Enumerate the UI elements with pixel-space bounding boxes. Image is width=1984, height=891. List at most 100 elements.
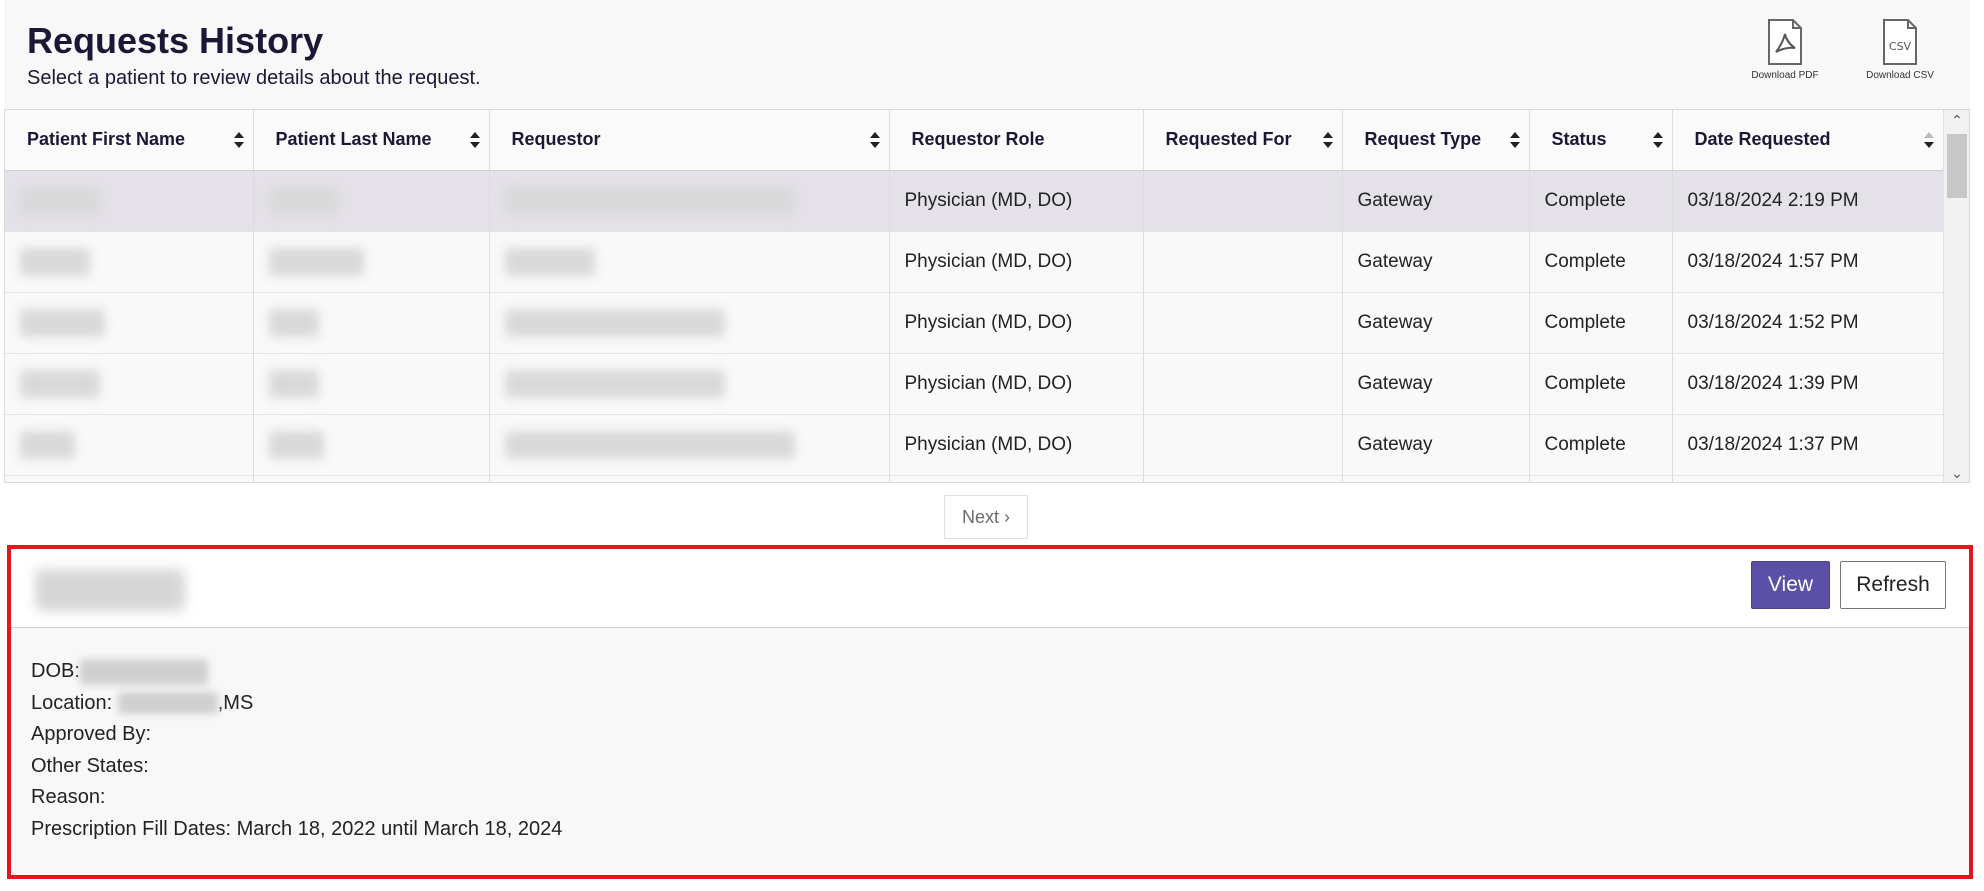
column-header-date-requested[interactable]: Date Requested [1672, 110, 1944, 171]
requestor-cell [489, 475, 890, 482]
last-name-cell [253, 170, 490, 232]
date-requested-cell: 03/18/2024 1:39 PM [1672, 353, 1944, 415]
column-header-requested-for[interactable]: Requested For [1143, 110, 1343, 171]
requested-for-cell [1143, 475, 1343, 482]
csv-file-icon: CSV [1883, 19, 1917, 65]
date-requested-cell: 03/18/2024 1:52 PM [1672, 292, 1944, 354]
last-name-cell [253, 231, 490, 293]
redacted-text [268, 369, 319, 398]
detail-header: View Refresh [11, 549, 1969, 628]
requested-for-cell [1143, 292, 1343, 354]
redacted-dob [79, 658, 208, 685]
chevron-down-icon[interactable]: ⌄ [1944, 463, 1969, 482]
requests-table-container: Patient First Name Patient Last Name Req… [4, 110, 1970, 483]
column-header-requestor[interactable]: Requestor [489, 110, 890, 171]
requestor-cell [489, 414, 890, 476]
redacted-text [504, 308, 725, 337]
request-type-cell: Gateway [1342, 414, 1530, 476]
first-name-cell [5, 231, 254, 293]
request-type-cell: Gateway [1342, 231, 1530, 293]
page-title: Requests History [27, 20, 324, 61]
sort-icon [233, 132, 244, 148]
page-header: Requests History Select a patient to rev… [4, 0, 1970, 110]
table-row[interactable]: Physician (MD, DO) Gateway Complete 03/1… [5, 353, 1944, 415]
column-header-request-type[interactable]: Request Type [1342, 110, 1530, 171]
table-row[interactable]: Physician (MD, DO) Gateway Complete 03/1… [5, 231, 1944, 293]
status-cell: Complete [1529, 170, 1673, 232]
column-header-patient-last-name[interactable]: Patient Last Name [253, 110, 490, 171]
column-header-status[interactable]: Status [1529, 110, 1673, 171]
dob-label: DOB: [31, 660, 80, 682]
pdf-file-icon [1768, 19, 1802, 65]
sort-icon [1652, 132, 1663, 148]
sort-icon [1509, 132, 1520, 148]
download-pdf-label: Download PDF [1751, 70, 1819, 81]
requested-for-cell [1143, 170, 1343, 232]
status-cell: Complete [1529, 414, 1673, 476]
redacted-text [268, 430, 324, 459]
requestor-cell [489, 292, 890, 354]
svg-text:CSV: CSV [1889, 40, 1912, 53]
last-name-cell [253, 414, 490, 476]
location-line: Location: ,MS [31, 688, 562, 720]
redacted-text [20, 308, 105, 337]
requestor-cell [489, 231, 890, 293]
first-name-cell [5, 475, 254, 482]
page-subtitle: Select a patient to review details about… [27, 67, 481, 89]
requests-table: Patient First Name Patient Last Name Req… [5, 110, 1944, 482]
status-cell [1529, 475, 1673, 482]
date-requested-cell: 03/18/2024 2:19 PM [1672, 170, 1944, 232]
requestor-role-cell: Physician (MD, DO) [889, 353, 1144, 415]
next-page-button[interactable]: Next › [944, 495, 1028, 539]
last-name-cell [253, 353, 490, 415]
redacted-text [268, 186, 339, 215]
reason-line: Reason: [31, 786, 106, 808]
redacted-text [268, 247, 364, 276]
refresh-button[interactable]: Refresh [1840, 561, 1946, 609]
table-header-row: Patient First Name Patient Last Name Req… [5, 110, 1944, 171]
requestor-role-cell: Physician (MD, DO) [889, 292, 1144, 354]
column-header-requestor-role[interactable]: Requestor Role [889, 110, 1144, 171]
requested-for-cell [1143, 353, 1343, 415]
requestor-role-cell: Physician (MD, DO) [889, 414, 1144, 476]
status-cell: Complete [1529, 231, 1673, 293]
column-header-patient-first-name[interactable]: Patient First Name [5, 110, 254, 171]
table-row[interactable]: Physician (MD, DO) Gateway Complete 03/1… [5, 292, 1944, 354]
requestor-cell [489, 170, 890, 232]
other-states-line: Other States: [31, 754, 149, 777]
detail-body: DOB: Location: ,MS Approved By: Other St… [31, 656, 562, 845]
requested-for-cell [1143, 231, 1343, 293]
table-scrollbar[interactable]: ⌃ ⌄ [1943, 110, 1969, 482]
date-requested-cell [1672, 475, 1944, 482]
redacted-text [20, 186, 100, 215]
request-detail-panel: View Refresh DOB: Location: ,MS Approved… [7, 545, 1973, 879]
redacted-patient-name [35, 569, 185, 611]
request-type-cell [1342, 475, 1530, 482]
table-row[interactable]: Physician (MD, DO) Gateway Complete 03/1… [5, 414, 1944, 476]
redacted-text [504, 369, 725, 398]
redacted-text [504, 430, 795, 459]
table-row[interactable] [5, 475, 1944, 482]
download-csv-button[interactable]: CSV Download CSV [1845, 18, 1955, 81]
sort-icon [1322, 132, 1333, 148]
status-cell: Complete [1529, 292, 1673, 354]
sort-icon [869, 132, 880, 148]
sort-icon [469, 132, 480, 148]
requestor-role-cell: Physician (MD, DO) [889, 231, 1144, 293]
download-pdf-button[interactable]: Download PDF [1730, 18, 1840, 81]
fill-dates-line: Prescription Fill Dates: March 18, 2022 … [31, 817, 563, 840]
first-name-cell [5, 170, 254, 232]
location-label: Location: [31, 691, 118, 714]
redacted-text [20, 430, 75, 459]
request-type-cell: Gateway [1342, 170, 1530, 232]
first-name-cell [5, 292, 254, 354]
scrollbar-thumb[interactable] [1947, 134, 1967, 198]
date-requested-cell: 03/18/2024 1:37 PM [1672, 414, 1944, 476]
chevron-up-icon[interactable]: ⌃ [1944, 110, 1969, 130]
first-name-cell [5, 414, 254, 476]
redacted-text [504, 186, 795, 215]
requestor-role-cell [889, 475, 1144, 482]
table-row[interactable]: Physician (MD, DO) Gateway Complete 03/1… [5, 170, 1944, 232]
view-button[interactable]: View [1751, 561, 1830, 609]
date-requested-cell: 03/18/2024 1:57 PM [1672, 231, 1944, 293]
